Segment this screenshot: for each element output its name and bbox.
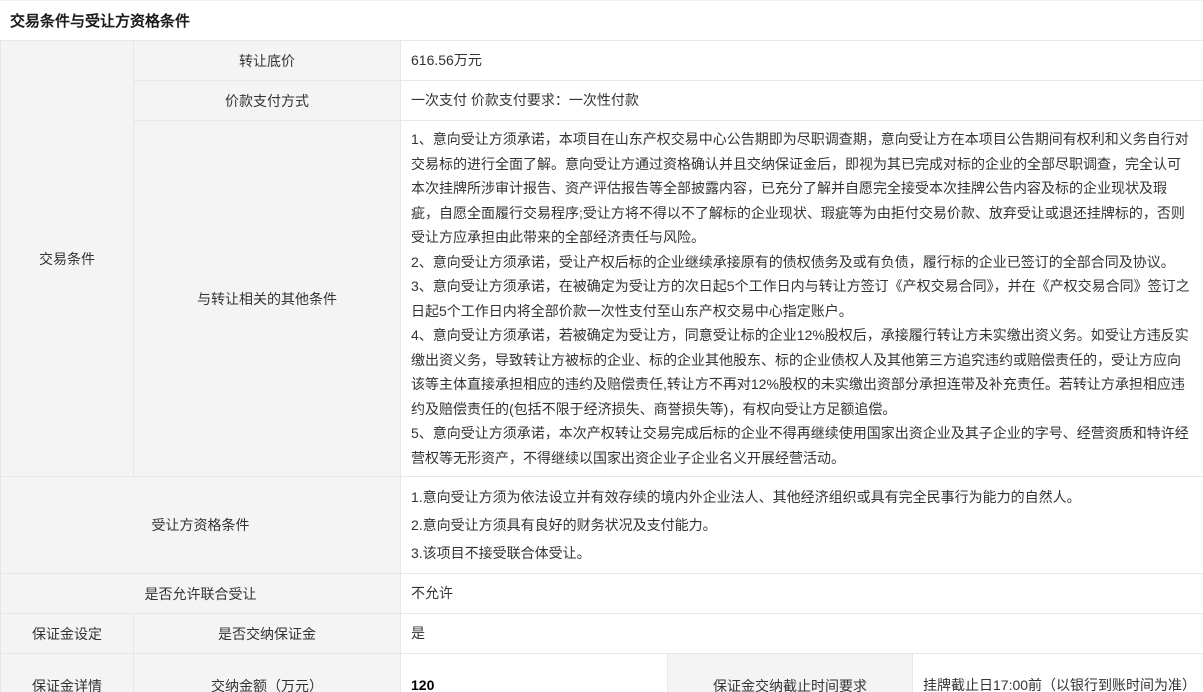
value-joint-transfer: 不允许 [401,574,1203,614]
other-condition-item-2: 2、意向受让方须承诺，受让产权后标的企业继续承接原有的债权债务及或有负债，履行标… [411,250,1191,275]
qualification-item-3: 3.该项目不接受联合体受让。 [411,539,1193,567]
listing-conditions-page: 交易条件与受让方资格条件 交易条件 转让底价 616.56万元 价款支付方式 一… [0,0,1203,692]
value-payment-method: 一次支付 价款支付要求：一次性付款 [401,81,1203,121]
value-deposit-amount: 120 [401,654,668,692]
row-joint-transfer: 是否允许联合受让 不允许 [1,574,1203,614]
value-deposit-required: 是 [401,614,1203,654]
value-qualification: 1.意向受让方须为依法设立并有效存续的境内外企业法人、其他经济组织或具有完全民事… [401,477,1203,574]
label-deposit-deadline: 保证金交纳截止时间要求 [668,654,913,692]
row-other-conditions: 与转让相关的其他条件 1、意向受让方须承诺，本项目在山东产权交易中心公告期即为尽… [1,121,1203,477]
row-deposit-required: 保证金设定 是否交纳保证金 是 [1,614,1203,654]
other-condition-item-3: 3、意向受让方须承诺，在被确定为受让方的次日起5个工作日内与转让方签订《产权交易… [411,274,1191,323]
value-floor-price: 616.56万元 [401,41,1203,81]
qualification-item-1: 1.意向受让方须为依法设立并有效存续的境内外企业法人、其他经济组织或具有完全民事… [411,483,1193,511]
row-floor-price: 交易条件 转让底价 616.56万元 [1,41,1203,81]
row-deposit-details: 保证金详情 交纳金额（万元） 120 保证金交纳截止时间要求 挂牌截止日17:0… [1,654,1203,692]
section-title-bar: 交易条件与受让方资格条件 [0,1,1203,40]
value-other-conditions: 1、意向受让方须承诺，本项目在山东产权交易中心公告期即为尽职调查期，意向受让方在… [401,121,1203,477]
qualification-item-2: 2.意向受让方须具有良好的财务状况及支付能力。 [411,511,1193,539]
label-qualification: 受让方资格条件 [1,477,401,574]
group-label-trade-conditions: 交易条件 [1,41,134,477]
row-qualification: 受让方资格条件 1.意向受让方须为依法设立并有效存续的境内外企业法人、其他经济组… [1,477,1203,574]
section-title: 交易条件与受让方资格条件 [10,10,190,31]
label-payment-method: 价款支付方式 [134,81,401,121]
label-joint-transfer: 是否允许联合受让 [1,574,401,614]
other-condition-item-5: 5、意向受让方须承诺，本次产权转让交易完成后标的企业不得再继续使用国家出资企业及… [411,421,1191,470]
label-deposit-required: 是否交纳保证金 [134,614,401,654]
row-payment-method: 价款支付方式 一次支付 价款支付要求：一次性付款 [1,81,1203,121]
label-floor-price: 转让底价 [134,41,401,81]
label-deposit-amount: 交纳金额（万元） [134,654,401,692]
value-deposit-deadline: 挂牌截止日17:00前（以银行到账时间为准） [913,654,1203,692]
label-other-conditions: 与转让相关的其他条件 [134,121,401,477]
conditions-table: 交易条件 转让底价 616.56万元 价款支付方式 一次支付 价款支付要求：一次… [0,40,1203,692]
group-label-deposit-details: 保证金详情 [1,654,134,692]
other-condition-item-4: 4、意向受让方须承诺，若被确定为受让方，同意受让标的企业12%股权后，承接履行转… [411,323,1191,421]
other-condition-item-1: 1、意向受让方须承诺，本项目在山东产权交易中心公告期即为尽职调查期，意向受让方在… [411,127,1191,250]
group-label-deposit-setting: 保证金设定 [1,614,134,654]
